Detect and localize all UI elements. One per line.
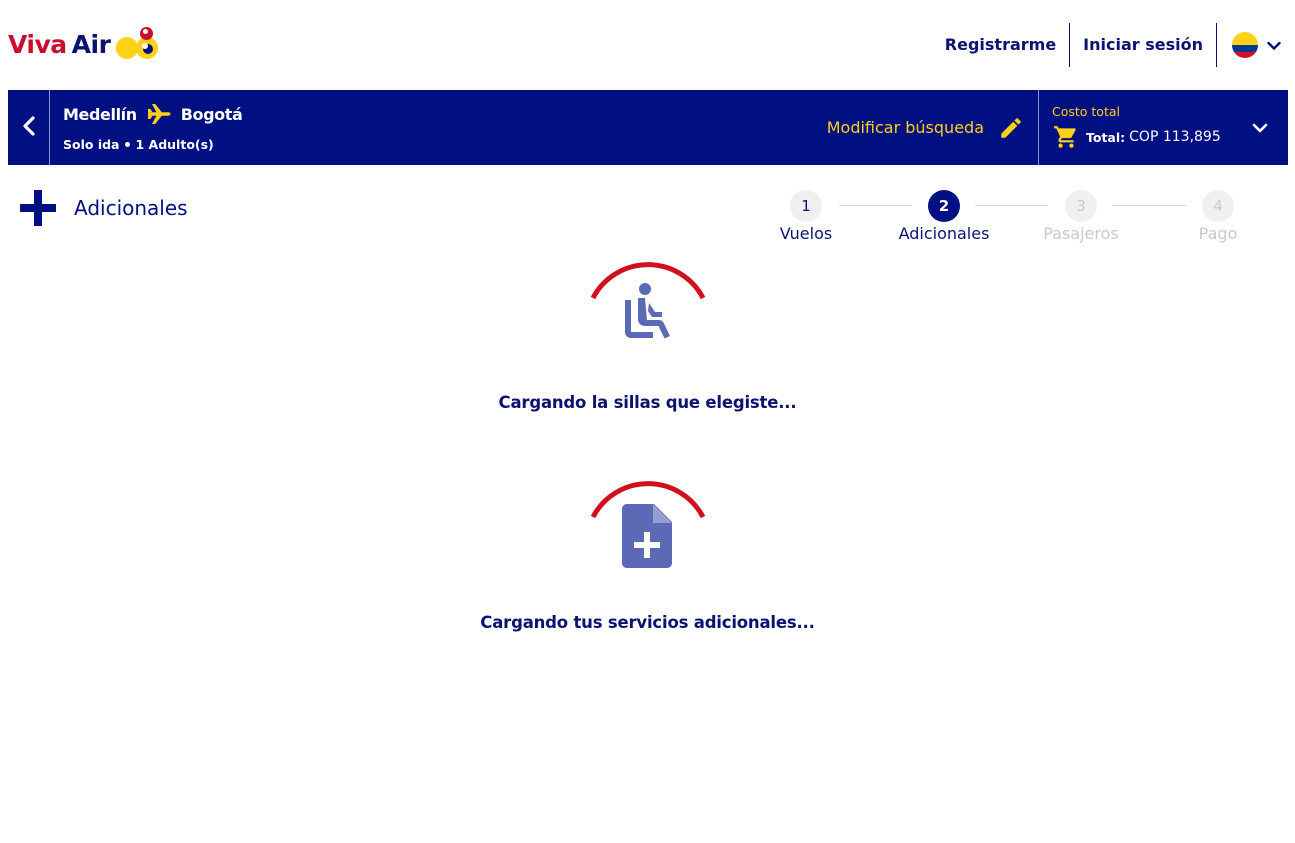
route: Medellín Bogotá xyxy=(63,103,243,125)
total-value: COP 113,895 xyxy=(1129,129,1221,145)
back-button[interactable] xyxy=(8,90,50,165)
top-header: Viva Air Registrarme Iniciar sesión xyxy=(0,0,1295,90)
trip-info: Solo ida 1 Adulto(s) xyxy=(63,137,214,152)
airplane-icon xyxy=(147,103,171,125)
step-label: Adicionales xyxy=(898,224,990,243)
services-loader: Cargando tus servicios adicionales... xyxy=(0,471,1295,632)
search-summary-bar: Medellín Bogotá Solo ida 1 Adulto(s) Modi… xyxy=(8,90,1288,165)
viva-air-logo[interactable]: Viva Air xyxy=(8,22,162,66)
seat-icon xyxy=(621,282,675,348)
step-pago: 4 Pago xyxy=(1163,190,1273,243)
loader-message: Cargando tus servicios adicionales... xyxy=(480,613,815,632)
destination-city: Bogotá xyxy=(180,104,243,124)
chevron-left-icon xyxy=(22,115,36,140)
cost-label: Costo total xyxy=(1052,104,1120,119)
section-header: Adicionales xyxy=(20,190,188,226)
modify-search-button[interactable]: Modificar búsqueda xyxy=(827,90,1024,165)
seats-loader: Cargando la sillas que elegiste... xyxy=(0,252,1295,412)
document-add-icon xyxy=(621,504,674,572)
booking-stepper: 1 Vuelos 2 Adicionales 3 Pasajeros 4 Pag… xyxy=(770,190,1250,250)
plus-icon xyxy=(20,190,56,226)
step-label: Pago xyxy=(1198,224,1238,243)
step-number: 1 xyxy=(790,190,822,222)
step-number: 3 xyxy=(1065,190,1097,222)
trip-type: Solo ida xyxy=(63,137,120,152)
modify-search-label: Modificar búsqueda xyxy=(826,118,984,137)
step-number: 2 xyxy=(928,190,960,222)
step-label: Vuelos xyxy=(779,224,833,243)
step-vuelos[interactable]: 1 Vuelos xyxy=(751,190,861,243)
shopping-cart-icon xyxy=(1052,124,1080,150)
login-link[interactable]: Iniciar sesión xyxy=(1070,23,1216,67)
origin-city: Medellín xyxy=(63,104,137,124)
loader-message: Cargando la sillas que elegiste... xyxy=(498,393,797,412)
passenger-count: 1 Adulto(s) xyxy=(135,137,214,152)
chevron-down-icon xyxy=(1267,36,1281,55)
colombia-flag-icon xyxy=(1232,32,1258,58)
total-label: Total: xyxy=(1086,129,1126,145)
header-links: Registrarme Iniciar sesión xyxy=(932,22,1295,68)
step-number: 4 xyxy=(1202,190,1234,222)
country-selector[interactable] xyxy=(1217,23,1295,67)
step-pasajeros: 3 Pasajeros xyxy=(1026,190,1136,243)
loader-graphic xyxy=(583,252,713,362)
bullet-separator xyxy=(125,142,131,147)
cost-total: Total: COP 113,895 xyxy=(1052,124,1221,150)
chevron-down-icon xyxy=(1252,119,1268,138)
total-cost-toggle[interactable]: Costo total Total: COP 113,895 xyxy=(1038,90,1288,165)
logo-text-air: Air xyxy=(71,29,111,59)
register-link[interactable]: Registrarme xyxy=(932,23,1069,67)
logo-dots-icon xyxy=(116,25,162,63)
loader-graphic xyxy=(583,471,713,581)
step-adicionales: 2 Adicionales xyxy=(889,190,999,243)
pencil-icon xyxy=(998,115,1024,141)
logo-text-viva: Viva xyxy=(8,29,67,59)
step-label: Pasajeros xyxy=(1043,224,1119,243)
section-title: Adicionales xyxy=(74,196,188,220)
